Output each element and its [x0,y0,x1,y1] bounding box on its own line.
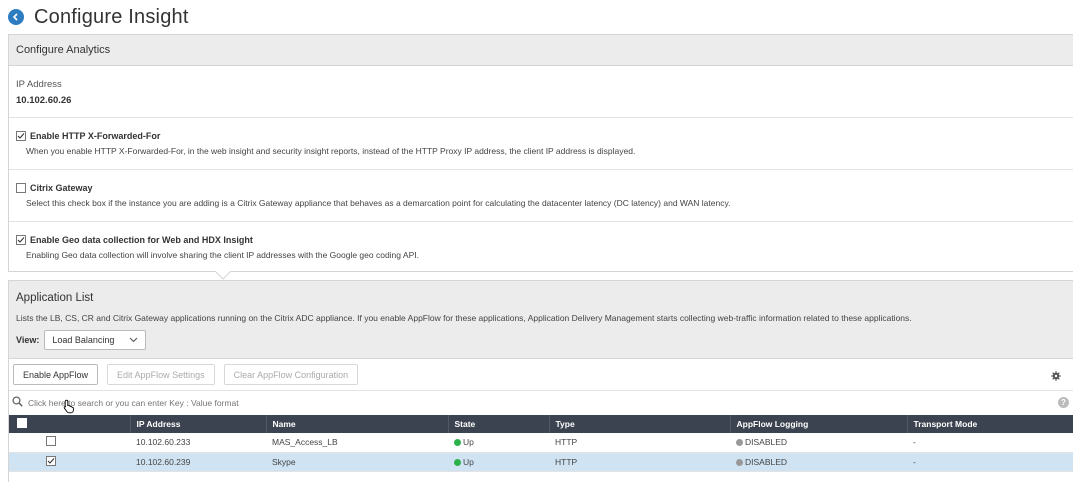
cell-state-text: Up [463,456,474,467]
view-label: View: [16,335,40,345]
section-caret-icon [215,271,231,280]
cell-ip-address: 10.102.60.239 [130,452,266,472]
x-forwarded-for-help: When you enable HTTP X-Forwarded-For, in… [26,146,636,156]
application-list-panel: Application List Lists the LB, CS, CR an… [8,280,1073,482]
search-icon [12,394,23,412]
row-checkbox-cell [9,452,130,472]
column-header-state[interactable]: State [448,415,550,433]
citrix-gateway-checkbox[interactable] [16,183,26,193]
configure-analytics-header: Configure Analytics [9,35,1073,66]
view-select[interactable]: Load Balancing [44,330,147,350]
enable-appflow-button[interactable]: Enable AppFlow [13,364,99,385]
checkmark-icon [47,458,55,464]
cell-type: HTTP [549,433,730,453]
help-icon[interactable]: ? [1058,397,1069,408]
cell-name: MAS_Access_LB [266,433,448,453]
column-header-appflow-logging[interactable]: AppFlow Logging [730,415,908,433]
citrix-gateway-help: Select this check box if the instance yo… [26,198,731,208]
ip-address-label: IP Address [16,79,62,90]
cell-name: Skype [266,452,448,472]
cell-appflow-logging-text: DISABLED [745,456,788,467]
status-dot-icon [736,458,743,466]
cell-appflow-logging: DISABLED [730,452,907,472]
select-all-checkbox-cell[interactable] [9,415,131,433]
column-header-type[interactable]: Type [549,415,731,433]
status-dot-icon [454,458,461,466]
configure-analytics-panel: Configure Analytics IP Address 10.102.60… [8,34,1073,272]
citrix-gateway-label[interactable]: Citrix Gateway [30,183,93,193]
search-input[interactable] [28,398,628,408]
cell-transport-mode: - [907,452,1073,472]
cell-state: Up [448,433,549,453]
ip-address-value: 10.102.60.26 [16,95,72,106]
checkmark-icon [17,237,25,243]
application-list-header: Application List Lists the LB, CS, CR an… [9,281,1073,359]
clear-appflow-configuration-button[interactable]: Clear AppFlow Configuration [223,364,359,385]
row-checkbox[interactable] [46,456,56,466]
edit-appflow-settings-button[interactable]: Edit AppFlow Settings [107,364,215,385]
gear-icon[interactable] [1051,368,1061,386]
row-checkbox-cell [9,433,130,453]
chevron-down-icon [129,337,138,343]
option-citrix-gateway: Citrix Gateway Select this check box if … [9,170,1073,222]
geo-data-help: Enabling Geo data collection will involv… [26,250,419,260]
select-all-checkbox[interactable] [17,418,27,428]
table-header-row: IP Address Name State Type AppFlow Loggi… [9,415,1073,433]
geo-data-label[interactable]: Enable Geo data collection for Web and H… [30,235,253,245]
table-row[interactable]: 10.102.60.233 MAS_Access_LB Up HTTP DISA… [9,433,1073,453]
search-row: ? [9,391,1073,415]
ip-address-section: IP Address 10.102.60.26 [9,66,1073,118]
row-checkbox[interactable] [46,436,56,447]
geo-data-checkbox[interactable] [16,235,26,245]
option-x-forwarded-for: Enable HTTP X-Forwarded-For When you ena… [9,118,1073,170]
view-select-value: Load Balancing [52,335,115,345]
page-header: Configure Insight [8,4,189,30]
cell-ip-address: 10.102.60.233 [130,433,266,453]
column-header-transport-mode[interactable]: Transport Mode [907,415,1073,433]
view-row: View: Load Balancing [16,330,1073,350]
cell-transport-mode: - [907,433,1073,453]
cell-appflow-logging-text: DISABLED [745,437,788,448]
toolbar: Enable AppFlow Edit AppFlow Settings Cle… [9,359,1073,391]
application-list-description: Lists the LB, CS, CR and Citrix Gateway … [16,313,912,323]
status-dot-icon [454,439,461,447]
page-title: Configure Insight [34,5,189,28]
status-dot-icon [736,439,743,447]
x-forwarded-for-label[interactable]: Enable HTTP X-Forwarded-For [30,131,160,141]
cell-type: HTTP [549,452,730,472]
column-header-name[interactable]: Name [266,415,449,433]
option-geo-data: Enable Geo data collection for Web and H… [9,222,1073,274]
cell-state-text: Up [463,437,474,448]
column-header-ip-address[interactable]: IP Address [130,415,267,433]
table-row[interactable]: 10.102.60.239 Skype Up HTTP DISABLED - [9,452,1073,472]
application-list-title: Application List [16,292,94,304]
checkmark-icon [17,133,25,139]
back-icon[interactable] [8,9,24,25]
cell-state: Up [448,452,549,472]
cell-appflow-logging: DISABLED [730,433,907,453]
application-table: IP Address Name State Type AppFlow Loggi… [9,415,1073,472]
x-forwarded-for-checkbox[interactable] [16,131,26,141]
